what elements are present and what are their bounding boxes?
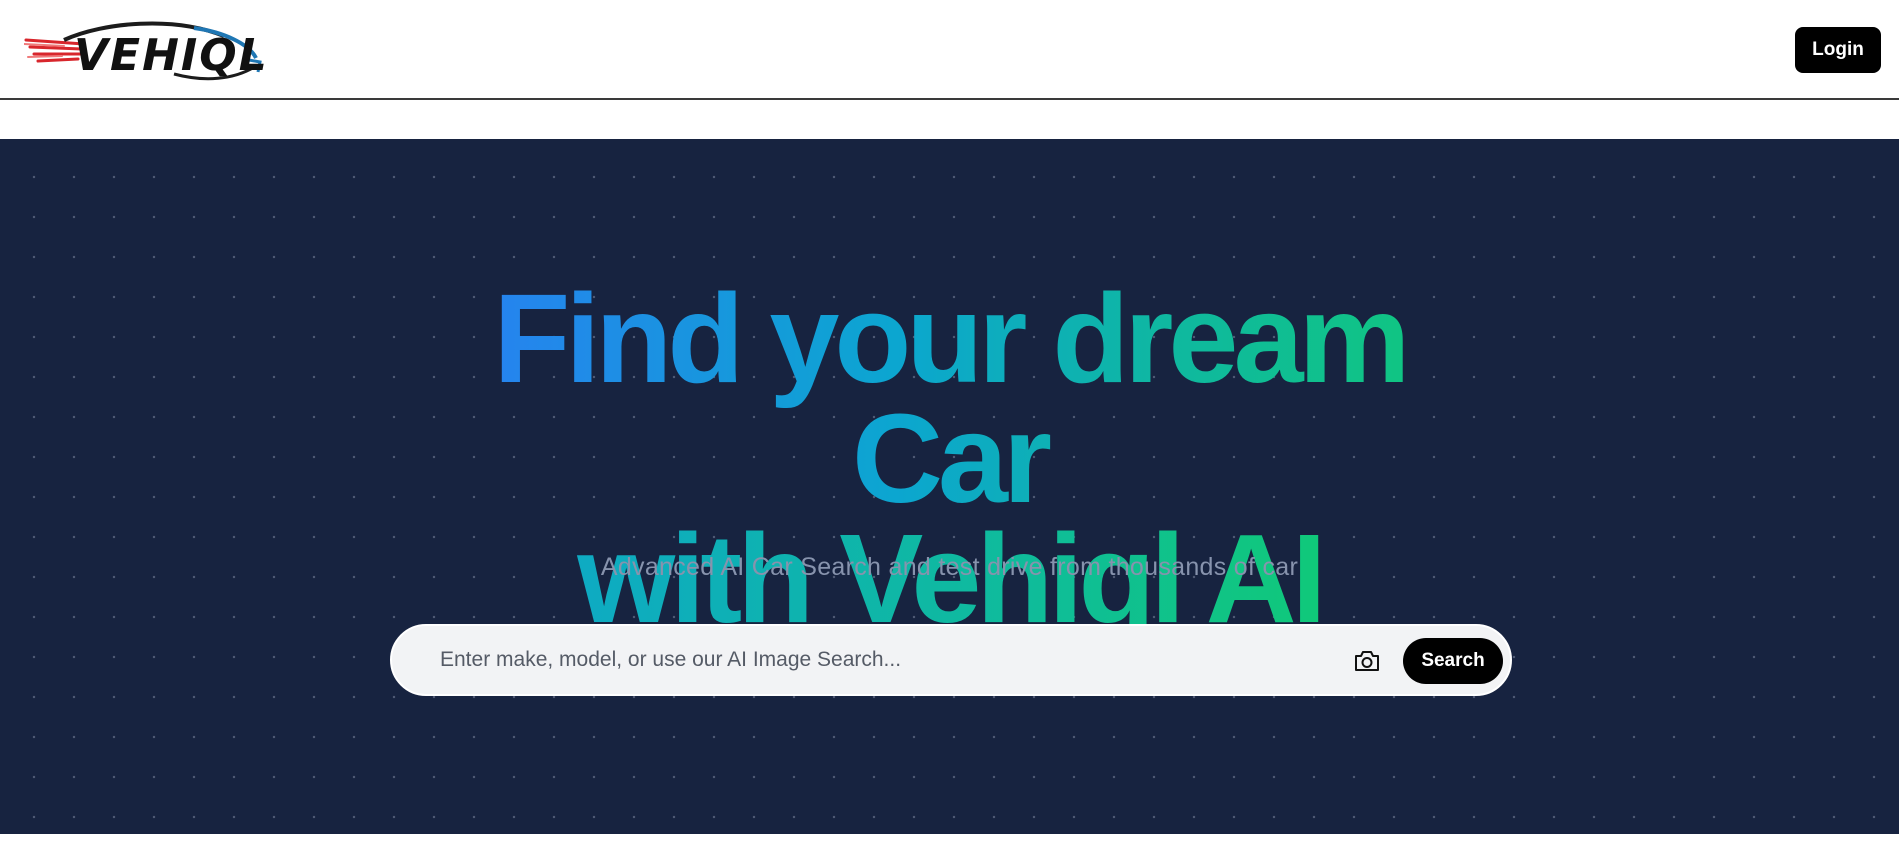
logo-text: VEHIQL [74,30,269,81]
login-button[interactable]: Login [1795,27,1881,73]
navbar: VEHIQL Login [0,0,1899,100]
logo[interactable]: VEHIQL [24,18,267,82]
search-input[interactable] [440,640,1260,680]
camera-icon[interactable] [1350,644,1384,678]
hero-headline: Find your dream Car with Vehiql AI [0,276,1899,642]
headline-line-1: Find your dream Car [405,276,1495,522]
hero-subtitle: Advanced AI Car Search and test drive fr… [600,553,1299,581]
search-bar: Search [390,624,1512,696]
hero-section: Find your dream Car with Vehiql AI Advan… [0,139,1899,834]
search-button[interactable]: Search [1403,638,1503,684]
